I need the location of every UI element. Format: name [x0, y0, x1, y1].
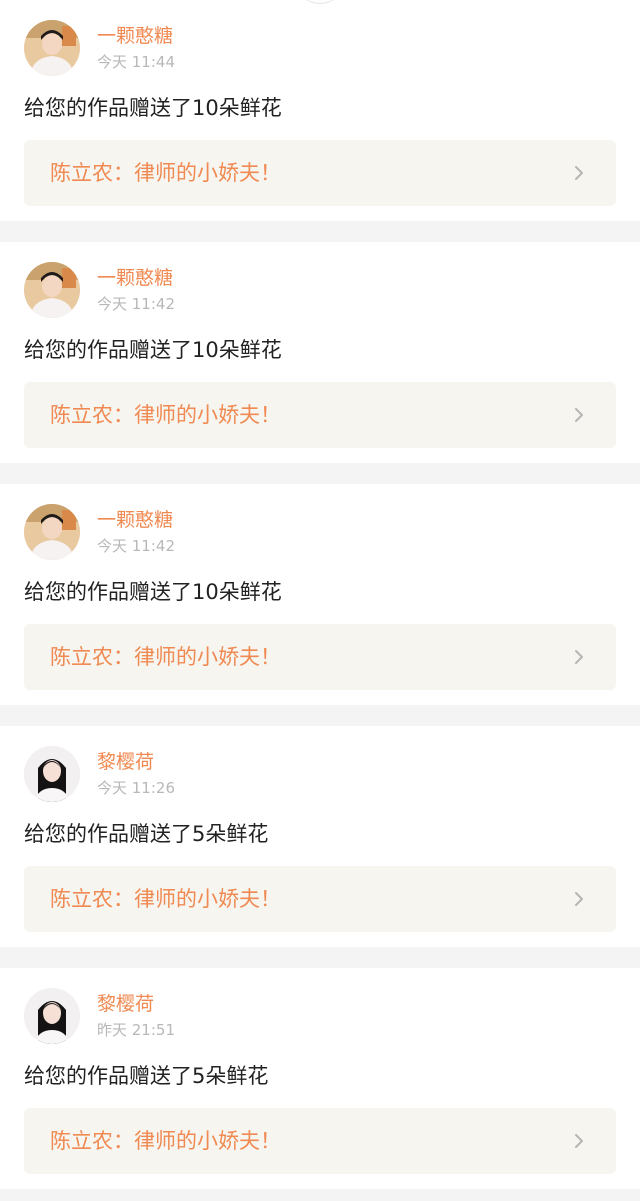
chevron-right-icon	[575, 408, 583, 422]
work-title: 陈立农：律师的小娇夫！	[50, 645, 281, 669]
avatar[interactable]	[24, 504, 80, 560]
username[interactable]: 黎樱荷	[97, 750, 154, 774]
gift-message: 给您的作品赠送了5朵鲜花	[24, 822, 269, 846]
female-avatar-icon	[24, 988, 80, 1044]
avatar[interactable]	[24, 20, 80, 76]
male-avatar-icon	[24, 20, 80, 76]
gift-message: 给您的作品赠送了10朵鲜花	[24, 96, 282, 120]
work-title: 陈立农：律师的小娇夫！	[50, 403, 281, 427]
username[interactable]: 一颗憨糖	[97, 508, 173, 532]
notification-card: 黎樱荷 今天 11:26 给您的作品赠送了5朵鲜花 陈立农：律师的小娇夫！	[0, 726, 640, 947]
work-link-button[interactable]: 陈立农：律师的小娇夫！	[24, 866, 616, 932]
work-link-button[interactable]: 陈立农：律师的小娇夫！	[24, 1108, 616, 1174]
work-link-button[interactable]: 陈立农：律师的小娇夫！	[24, 624, 616, 690]
chevron-right-icon	[575, 166, 583, 180]
work-title: 陈立农：律师的小娇夫！	[50, 887, 281, 911]
username[interactable]: 一颗憨糖	[97, 266, 173, 290]
work-title: 陈立农：律师的小娇夫！	[50, 161, 281, 185]
avatar[interactable]	[24, 262, 80, 318]
avatar[interactable]	[24, 988, 80, 1044]
gift-message: 给您的作品赠送了10朵鲜花	[24, 338, 282, 362]
chevron-right-icon	[575, 650, 583, 664]
notification-card: 一颗憨糖 今天 11:44 给您的作品赠送了10朵鲜花 陈立农：律师的小娇夫！	[0, 0, 640, 221]
notification-card: 一颗憨糖 今天 11:42 给您的作品赠送了10朵鲜花 陈立农：律师的小娇夫！	[0, 484, 640, 705]
gift-message: 给您的作品赠送了10朵鲜花	[24, 580, 282, 604]
timestamp: 今天 11:42	[97, 537, 175, 555]
male-avatar-icon	[24, 504, 80, 560]
username[interactable]: 一颗憨糖	[97, 24, 173, 48]
notification-card: 一颗憨糖 今天 11:42 给您的作品赠送了10朵鲜花 陈立农：律师的小娇夫！	[0, 242, 640, 463]
gift-message: 给您的作品赠送了5朵鲜花	[24, 1064, 269, 1088]
avatar[interactable]	[24, 746, 80, 802]
username[interactable]: 黎樱荷	[97, 992, 154, 1016]
work-link-button[interactable]: 陈立农：律师的小娇夫！	[24, 140, 616, 206]
work-link-button[interactable]: 陈立农：律师的小娇夫！	[24, 382, 616, 448]
notification-card: 黎樱荷 昨天 21:51 给您的作品赠送了5朵鲜花 陈立农：律师的小娇夫！	[0, 968, 640, 1189]
work-title: 陈立农：律师的小娇夫！	[50, 1129, 281, 1153]
chevron-right-icon	[575, 892, 583, 906]
timestamp: 今天 11:26	[97, 779, 175, 797]
chevron-right-icon	[575, 1134, 583, 1148]
male-avatar-icon	[24, 262, 80, 318]
timestamp: 今天 11:44	[97, 53, 175, 71]
timestamp: 今天 11:42	[97, 295, 175, 313]
female-avatar-icon	[24, 746, 80, 802]
timestamp: 昨天 21:51	[97, 1021, 175, 1039]
